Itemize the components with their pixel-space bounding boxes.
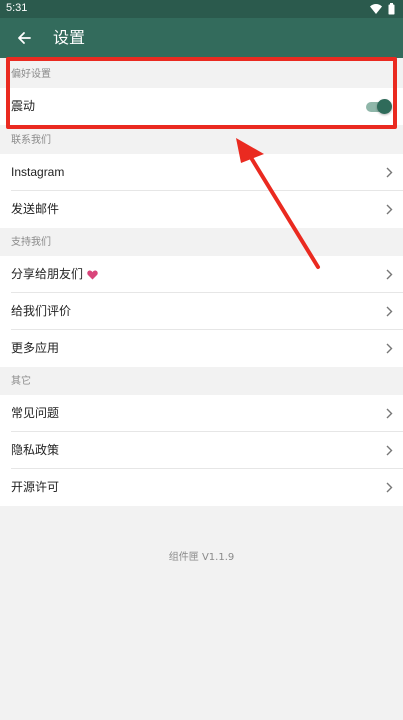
- section-header-support: 支持我们: [0, 228, 403, 256]
- status-bar: 5:31: [0, 0, 403, 18]
- chevron-right-icon: [386, 482, 393, 493]
- highlight-box: [6, 57, 397, 129]
- row-label: 更多应用: [11, 341, 60, 355]
- row-label: 开源许可: [11, 480, 60, 494]
- chevron-right-icon: [386, 306, 393, 317]
- row-label: 常见问题: [11, 406, 60, 420]
- arrow-left-icon: [18, 32, 31, 44]
- settings-row-privacy-policy[interactable]: 隐私政策: [0, 432, 403, 469]
- chevron-right-icon: [386, 269, 393, 280]
- battery-icon: [388, 3, 395, 15]
- row-label: Instagram: [11, 165, 65, 179]
- chevron-right-icon: [386, 408, 393, 419]
- section-title: 其它: [11, 376, 31, 387]
- row-label: 发送邮件: [11, 202, 60, 216]
- section-header-other: 其它: [0, 367, 403, 395]
- status-time: 5:31: [6, 2, 28, 14]
- settings-row-instagram[interactable]: Instagram: [0, 154, 403, 191]
- heart-icon: [87, 270, 98, 279]
- chevron-right-icon: [386, 445, 393, 456]
- row-label-wrap: 分享给朋友们: [11, 267, 98, 282]
- settings-row-share[interactable]: 分享给朋友们: [0, 256, 403, 293]
- settings-row-more-apps[interactable]: 更多应用: [0, 330, 403, 367]
- page-title: 设置: [53, 28, 86, 47]
- wifi-icon: [370, 4, 382, 14]
- settings-row-rate-us[interactable]: 给我们评价: [0, 293, 403, 330]
- settings-row-faq[interactable]: 常见问题: [0, 395, 403, 432]
- chevron-right-icon: [386, 343, 393, 354]
- settings-row-open-source-licenses[interactable]: 开源许可: [0, 469, 403, 506]
- row-label: 分享给朋友们: [11, 267, 84, 281]
- status-icons: [370, 3, 395, 15]
- settings-row-send-email[interactable]: 发送邮件: [0, 191, 403, 228]
- app-bar: 设置: [0, 18, 403, 58]
- row-label: 隐私政策: [11, 443, 60, 457]
- section-header-contact: 联系我们: [0, 125, 403, 154]
- section-title: 支持我们: [11, 237, 51, 248]
- chevron-right-icon: [386, 204, 393, 215]
- app-version: 组件匣 V1.1.9: [168, 552, 235, 563]
- row-label: 给我们评价: [11, 304, 72, 318]
- chevron-right-icon: [386, 167, 393, 178]
- back-button[interactable]: [8, 22, 40, 54]
- section-title: 联系我们: [11, 135, 51, 146]
